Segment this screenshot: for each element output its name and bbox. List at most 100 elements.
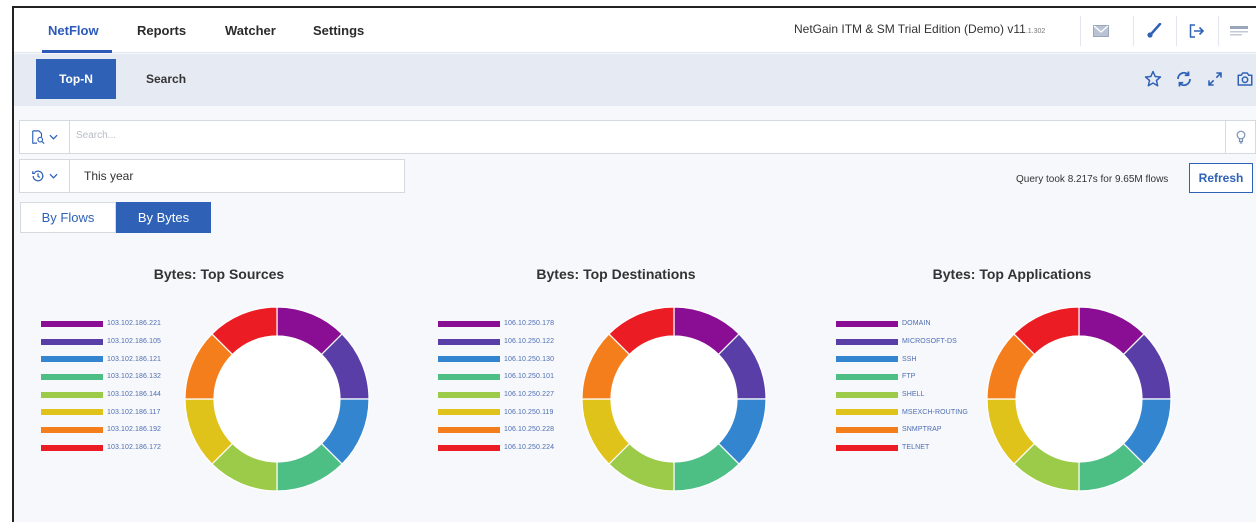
expand-icon xyxy=(1208,72,1222,86)
legend-item[interactable]: TELNET xyxy=(836,439,968,457)
legend-item[interactable]: 106.10.250.224 xyxy=(438,439,554,457)
nav-reports[interactable]: Reports xyxy=(137,23,186,38)
by-flows-toggle[interactable]: By Flows xyxy=(20,202,116,233)
donut-hole xyxy=(1016,336,1142,462)
chevron-down-icon xyxy=(49,173,58,179)
legend-item[interactable]: 103.102.186.117 xyxy=(41,403,161,421)
refresh-icon xyxy=(1177,71,1191,87)
sub-nav: Top-N Search xyxy=(14,54,1256,106)
tab-top-n[interactable]: Top-N xyxy=(36,59,116,99)
legend-label: 103.102.186.172 xyxy=(107,444,162,452)
query-status: Query took 8.217s for 9.65M flows xyxy=(1016,174,1169,185)
legend-label: 103.102.186.121 xyxy=(107,355,162,363)
legend-swatch xyxy=(41,444,103,451)
legend-label: DOMAIN xyxy=(902,320,931,328)
legend-label: MICROSOFT-DS xyxy=(902,338,957,346)
edition-text: NetGain ITM & SM Trial Edition (Demo) v1… xyxy=(794,22,1026,36)
camera-icon xyxy=(1237,72,1253,86)
legend-item[interactable]: DOMAIN xyxy=(836,315,968,333)
search-help-button[interactable] xyxy=(1225,121,1255,153)
legend-swatch xyxy=(41,338,103,345)
legend-item[interactable]: 106.10.250.122 xyxy=(438,333,554,351)
time-range-dropdown[interactable] xyxy=(20,160,70,192)
legend-swatch xyxy=(438,320,500,327)
netgain-logo-icon xyxy=(1229,26,1248,36)
chart-title-destinations: Bytes: Top Destinations xyxy=(536,266,696,282)
search-input[interactable]: Search... xyxy=(76,130,116,141)
legend-swatch xyxy=(41,356,103,363)
legend-swatch xyxy=(41,373,103,380)
chart-title-sources: Bytes: Top Sources xyxy=(153,266,285,282)
legend-label: 106.10.250.228 xyxy=(504,426,555,434)
legend-item[interactable]: 103.102.186.221 xyxy=(41,315,161,333)
chevron-down-icon xyxy=(49,134,58,140)
theme-button[interactable] xyxy=(1133,16,1173,46)
donut-chart-sources xyxy=(184,306,370,492)
legend-item[interactable]: 106.10.250.119 xyxy=(438,403,554,421)
legend-label: SHELL xyxy=(902,391,925,399)
fullscreen-button[interactable] xyxy=(1204,68,1226,90)
legend-label: 106.10.250.122 xyxy=(504,338,555,346)
messages-button[interactable] xyxy=(1080,16,1120,46)
legend-label: 103.102.186.144 xyxy=(107,391,162,399)
legend-item[interactable]: 103.102.186.172 xyxy=(41,439,161,457)
legend-item[interactable]: 106.10.250.227 xyxy=(438,386,554,404)
nav-netflow[interactable]: NetFlow xyxy=(48,23,99,38)
refresh-button[interactable]: Refresh xyxy=(1189,163,1253,193)
legend-swatch xyxy=(41,409,103,416)
legend-item[interactable]: 106.10.250.228 xyxy=(438,421,554,439)
screenshot-button[interactable] xyxy=(1234,68,1256,90)
legend-item[interactable]: 106.10.250.130 xyxy=(438,350,554,368)
donut-hole xyxy=(611,336,737,462)
document-search-icon xyxy=(32,130,45,144)
by-bytes-toggle[interactable]: By Bytes xyxy=(116,202,211,233)
legend-swatch xyxy=(836,373,898,380)
legend-label: SSH xyxy=(902,355,917,363)
legend-item[interactable]: MICROSOFT-DS xyxy=(836,333,968,351)
donut-hole xyxy=(214,336,340,462)
legend-swatch xyxy=(836,444,898,451)
search-scope-dropdown[interactable] xyxy=(20,121,70,153)
legend-item[interactable]: 103.102.186.132 xyxy=(41,368,161,386)
nav-watcher[interactable]: Watcher xyxy=(225,23,276,38)
legend-swatch xyxy=(438,356,500,363)
legend-item[interactable]: 103.102.186.121 xyxy=(41,350,161,368)
legend-item[interactable]: SHELL xyxy=(836,386,968,404)
legend-swatch xyxy=(438,391,500,398)
legend-item[interactable]: 103.102.186.144 xyxy=(41,386,161,404)
time-range-value[interactable]: This year xyxy=(84,169,133,183)
legend-item[interactable]: 106.10.250.178 xyxy=(438,315,554,333)
favorite-button[interactable] xyxy=(1142,68,1164,90)
legend-item[interactable]: 103.102.186.105 xyxy=(41,333,161,351)
legend-label: 103.102.186.117 xyxy=(107,408,161,416)
mail-icon xyxy=(1092,25,1109,37)
nav-active-indicator xyxy=(42,50,112,53)
legend-item[interactable]: 106.10.250.101 xyxy=(438,368,554,386)
legend-item[interactable]: SSH xyxy=(836,350,968,368)
vendor-logo xyxy=(1218,16,1256,46)
legend-item[interactable]: 103.102.186.192 xyxy=(41,421,161,439)
legend-swatch xyxy=(836,338,898,345)
legend-label: MSEXCH-ROUTING xyxy=(902,408,968,416)
legend-item[interactable]: MSEXCH-ROUTING xyxy=(836,403,968,421)
legend-swatch xyxy=(836,356,898,363)
legend-swatch xyxy=(438,426,500,433)
logout-button[interactable] xyxy=(1176,16,1216,46)
legend-swatch xyxy=(438,373,500,380)
legend-label: 103.102.186.221 xyxy=(107,320,162,328)
legend-swatch xyxy=(41,320,103,327)
tab-search[interactable]: Search xyxy=(146,72,186,86)
donut-chart-applications xyxy=(986,306,1172,492)
nav-settings[interactable]: Settings xyxy=(313,23,364,38)
legend-swatch xyxy=(836,409,898,416)
legend-label: 106.10.250.224 xyxy=(504,444,555,452)
legend-item[interactable]: SNMPTRAP xyxy=(836,421,968,439)
legend-item[interactable]: FTP xyxy=(836,368,968,386)
edition-version: .1.302 xyxy=(1025,28,1046,35)
legend-swatch xyxy=(836,320,898,327)
donut-chart-destinations xyxy=(581,306,767,492)
legend-swatch xyxy=(836,426,898,433)
legend-label: 103.102.186.132 xyxy=(107,373,162,381)
top-nav: NetFlow Reports Watcher Settings NetGain… xyxy=(14,8,1256,53)
reload-button[interactable] xyxy=(1173,68,1195,90)
